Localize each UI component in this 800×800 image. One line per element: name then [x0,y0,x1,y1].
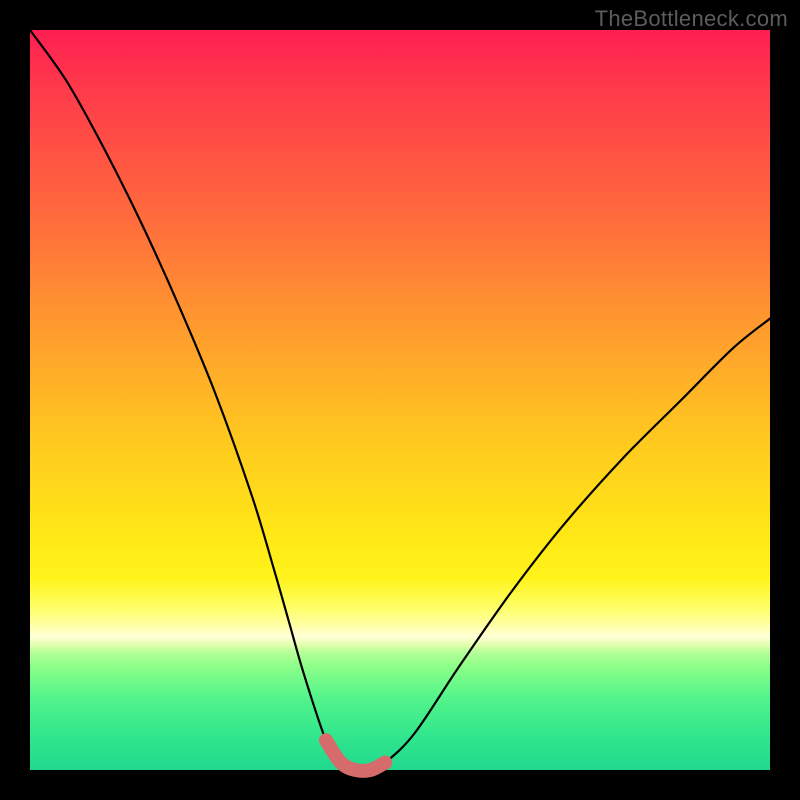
bottleneck-curve-path [30,30,770,771]
valley-cap-left [319,733,333,747]
plot-area [30,30,770,770]
chart-frame: TheBottleneck.com [0,0,800,800]
curve-svg [30,30,770,770]
valley-highlight [326,740,385,771]
valley-cap-right [378,756,392,770]
watermark-text: TheBottleneck.com [595,6,788,32]
